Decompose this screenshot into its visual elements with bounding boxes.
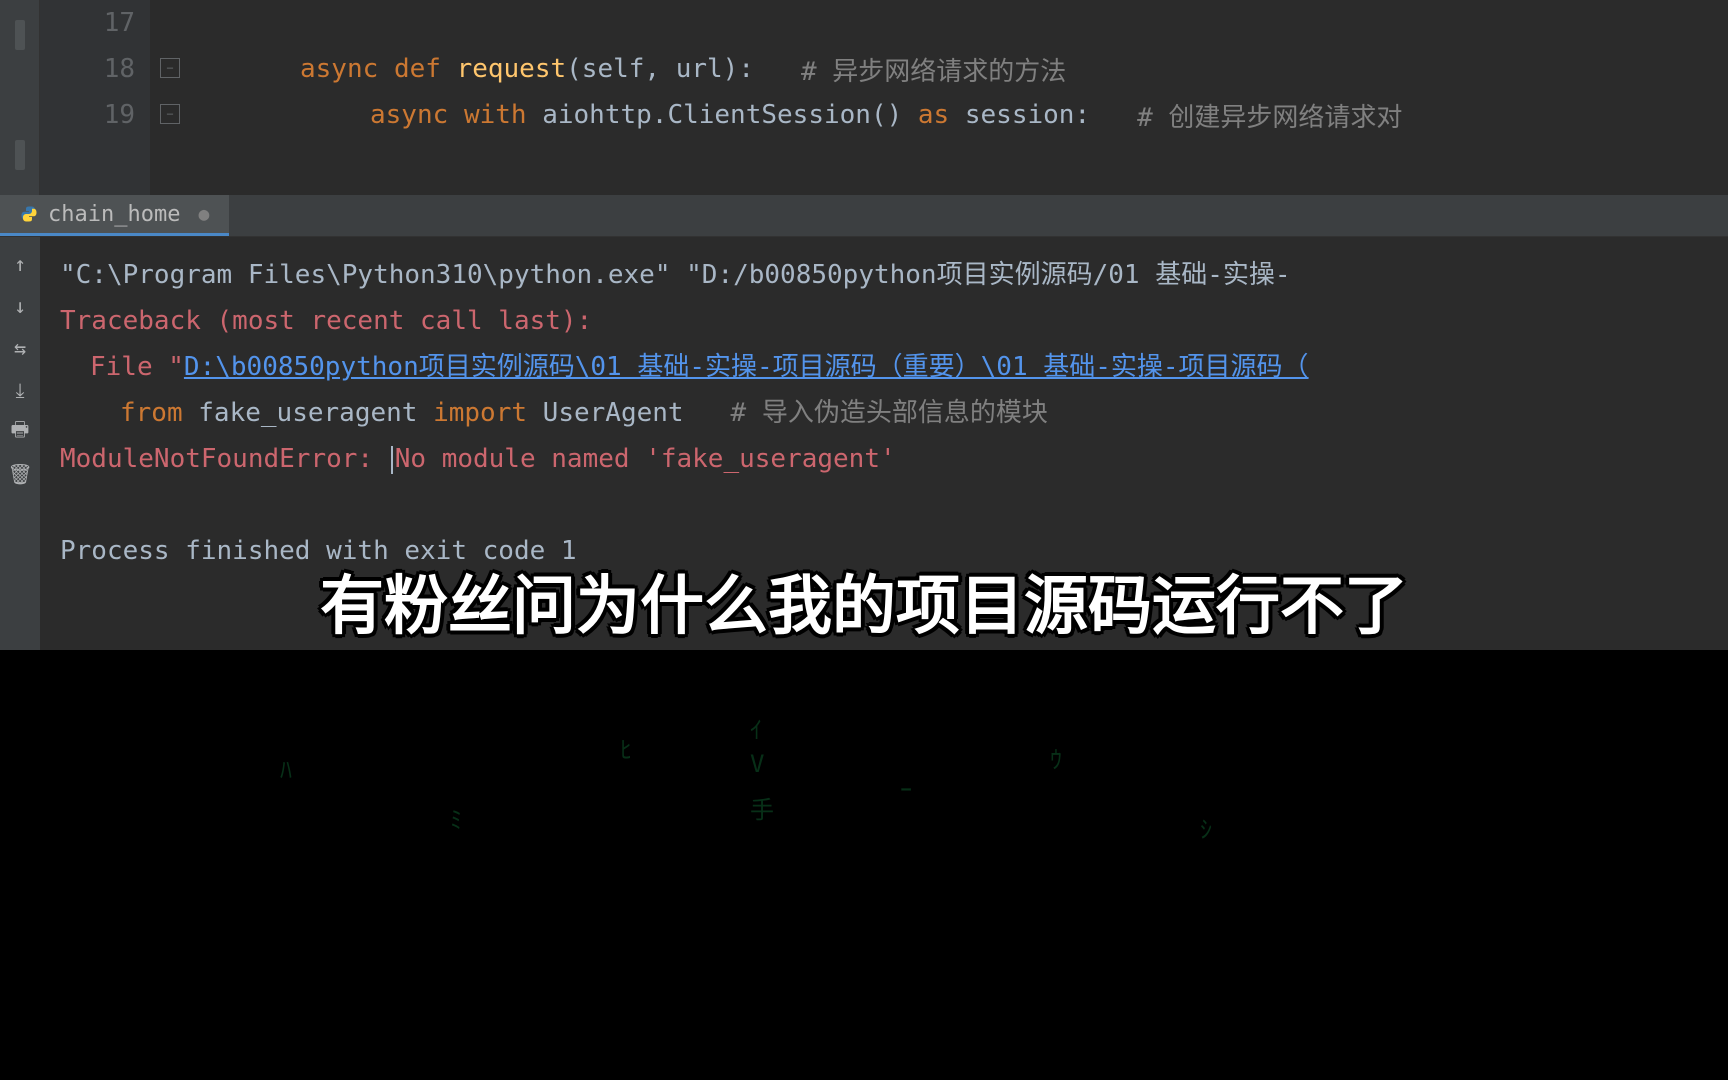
code-line[interactable] xyxy=(50,0,1728,46)
function-name: request xyxy=(457,54,567,84)
class-name: UserAgent xyxy=(543,398,684,428)
code-editor[interactable]: 17 18 19 − − async def request(self, url… xyxy=(0,0,1728,195)
keyword: async xyxy=(370,100,448,130)
comment: # 创建异步网络请求对 xyxy=(1137,97,1402,134)
identifier: session: xyxy=(965,100,1090,130)
run-tab[interactable]: chain_home ● xyxy=(0,195,229,236)
command-line: "C:\Program Files\Python310\python.exe" … xyxy=(60,252,1708,298)
up-arrow-icon[interactable]: ↑ xyxy=(8,252,32,276)
keyword: from xyxy=(120,398,183,428)
identifier: aiohttp.ClientSession() xyxy=(542,100,902,130)
fold-icon[interactable]: − xyxy=(160,104,180,124)
ide-window: 17 18 19 − − async def request(self, url… xyxy=(0,0,1728,650)
editor-left-bar xyxy=(0,0,40,195)
import-line: from fake_useragent import UserAgent # 导… xyxy=(60,390,1708,436)
matrix-char: ｳ xyxy=(1050,740,1062,775)
tab-dirty-icon[interactable]: ● xyxy=(198,204,209,225)
matrix-char: ｰ xyxy=(900,770,912,805)
matrix-char: V xyxy=(750,750,764,778)
video-subtitle: 有粉丝问为什么我的项目源码运行不了 xyxy=(320,555,1408,647)
line-gutter: 17 18 19 xyxy=(40,0,150,195)
bookmark-indicator xyxy=(15,140,25,170)
line-number: 19 xyxy=(40,92,150,138)
comment: # 导入伪造头部信息的模块 xyxy=(731,398,1048,428)
code-line[interactable]: async with aiohttp.ClientSession() as se… xyxy=(50,92,1728,138)
code-line[interactable]: async def request(self, url): # 异步网络请求的方… xyxy=(50,46,1728,92)
matrix-char: ﾋ xyxy=(620,730,632,765)
text-cursor xyxy=(391,446,393,474)
line-number: 18 xyxy=(40,46,150,92)
matrix-char: ｲ xyxy=(750,710,762,745)
print-icon[interactable]: 🖶 xyxy=(8,420,32,444)
module-name: fake_useragent xyxy=(198,398,417,428)
run-tab-bar: chain_home ● xyxy=(0,195,1728,237)
traceback-header: Traceback (most recent call last): xyxy=(60,298,1708,344)
console-toolbar: ↑ ↓ ⇆ ⤓ 🖶 🗑 xyxy=(0,237,40,650)
matrix-char: ﾊ xyxy=(280,750,292,785)
file-path-link[interactable]: D:\b00850python项目实例源码\01 基础-实操-项目源码（重要）\… xyxy=(184,352,1309,382)
matrix-char: ﾐ xyxy=(450,800,462,835)
soft-wrap-icon[interactable]: ⇆ xyxy=(8,336,32,360)
fold-icon[interactable]: − xyxy=(160,58,180,78)
scroll-to-end-icon[interactable]: ⤓ xyxy=(8,378,32,402)
error-name: ModuleNotFoundError: xyxy=(60,444,373,474)
params: (self, url): xyxy=(566,54,754,84)
matrix-background: ﾊ ﾐ ﾋ ｲ V 手 ｰ ｳ ｼ xyxy=(0,650,1728,1080)
trash-icon[interactable]: 🗑 xyxy=(8,462,32,486)
file-line: File "D:\b00850python项目实例源码\01 基础-实操-项目源… xyxy=(60,344,1708,390)
keyword: def xyxy=(394,54,441,84)
down-arrow-icon[interactable]: ↓ xyxy=(8,294,32,318)
comment: # 异步网络请求的方法 xyxy=(801,51,1066,88)
error-message: No module named 'fake_useragent' xyxy=(395,444,896,474)
matrix-char: ｼ xyxy=(1200,810,1212,845)
keyword: async xyxy=(300,54,378,84)
keyword: with xyxy=(464,100,527,130)
bookmark-indicator xyxy=(15,20,25,50)
file-prefix: File " xyxy=(60,352,184,382)
keyword: as xyxy=(918,100,949,130)
python-icon xyxy=(20,205,38,223)
keyword: import xyxy=(433,398,527,428)
matrix-char: 手 xyxy=(750,790,774,825)
tab-label: chain_home xyxy=(48,202,180,227)
line-number: 17 xyxy=(40,0,150,46)
error-line: ModuleNotFoundError: No module named 'fa… xyxy=(60,436,1708,482)
